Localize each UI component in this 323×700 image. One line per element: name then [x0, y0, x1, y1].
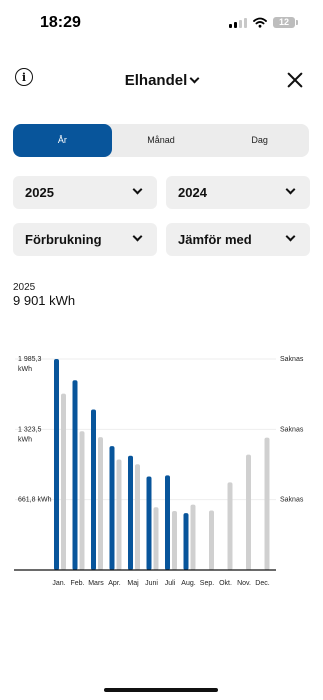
home-indicator: [104, 688, 218, 692]
y-tick-unit: kWh: [18, 366, 32, 373]
y-tick-label: 1 323,5: [18, 426, 41, 433]
bar-2024[interactable]: [116, 459, 122, 570]
bar-2025[interactable]: [183, 513, 189, 570]
x-tick-label: Aug.: [181, 580, 195, 587]
chevron-down-icon: [285, 184, 296, 195]
x-tick-label: Dec.: [255, 580, 269, 587]
summary-year: 2025: [13, 282, 36, 293]
header: i Elhandel: [0, 64, 323, 98]
bar-2025[interactable]: [72, 380, 78, 570]
tab-month[interactable]: Månad: [112, 124, 211, 157]
chevron-down-icon: [132, 231, 143, 242]
y-tick-label: 1 985,3: [18, 356, 41, 363]
y-tick-unit: kWh: [18, 436, 32, 443]
bar-2025[interactable]: [165, 475, 170, 570]
year-select-value: 2025: [25, 185, 54, 200]
bar-2024[interactable]: [264, 437, 270, 570]
tab-year[interactable]: År: [13, 124, 112, 157]
x-tick-label: Nov.: [237, 580, 251, 587]
bar-2024[interactable]: [190, 504, 196, 570]
bar-2024[interactable]: [246, 454, 251, 570]
x-tick-label: Apr.: [108, 580, 121, 587]
bar-2024[interactable]: [61, 393, 66, 570]
bar-2025[interactable]: [91, 409, 96, 570]
bar-2024[interactable]: [79, 431, 85, 570]
metric-select[interactable]: Förbrukning: [13, 223, 157, 256]
compare-year-select[interactable]: 2024: [166, 176, 310, 209]
bar-2025[interactable]: [109, 446, 115, 570]
bar-2025[interactable]: [128, 455, 133, 570]
missing-label: Saknas: [280, 426, 304, 433]
battery-icon: 12: [273, 17, 298, 28]
x-tick-label: Sep.: [200, 580, 214, 587]
x-tick-label: Mars: [88, 580, 104, 587]
period-tabs: År Månad Dag: [13, 124, 309, 157]
status-time: 18:29: [40, 14, 81, 31]
chevron-down-icon: [132, 184, 143, 195]
bar-2024[interactable]: [98, 437, 103, 570]
bar-2024[interactable]: [172, 511, 177, 570]
title-dropdown[interactable]: Elhandel: [0, 72, 323, 89]
missing-label: Saknas: [280, 497, 304, 504]
status-bar: 18:29 12: [0, 0, 323, 46]
x-tick-label: Feb.: [70, 580, 84, 587]
chevron-down-icon: [189, 73, 200, 84]
x-tick-label: Jan.: [52, 580, 65, 587]
compare-year-select-value: 2024: [178, 185, 207, 200]
bar-2025[interactable]: [54, 359, 59, 570]
consumption-chart: 1 985,3 kWh Saknas 1 323,5 kWh Saknas 661,8 kW…: [14, 356, 304, 587]
year-select[interactable]: 2025: [13, 176, 157, 209]
bar-2024[interactable]: [153, 507, 159, 570]
wifi-icon: [253, 17, 267, 28]
x-tick-label: Juli: [165, 580, 176, 587]
bar-2024[interactable]: [209, 510, 214, 570]
status-icons: 12: [229, 17, 298, 28]
x-tick-label: Maj: [127, 580, 139, 587]
x-tick-label: Juni: [145, 580, 158, 587]
compare-select[interactable]: Jämför med: [166, 223, 310, 256]
summary-total: 9 901 kWh: [13, 293, 76, 308]
close-icon[interactable]: [287, 72, 303, 88]
bar-2024[interactable]: [135, 464, 140, 570]
bar-2025[interactable]: [146, 476, 152, 570]
missing-label: Saknas: [280, 356, 304, 363]
compare-select-value: Jämför med: [178, 232, 252, 247]
tab-day[interactable]: Dag: [210, 124, 309, 157]
bar-2024[interactable]: [227, 482, 233, 570]
signal-icon: [229, 17, 247, 28]
metric-select-value: Förbrukning: [25, 232, 102, 247]
page-title: Elhandel: [124, 72, 188, 89]
y-tick-label: 661,8 kWh: [18, 497, 52, 504]
x-tick-label: Okt.: [219, 580, 232, 587]
chevron-down-icon: [285, 231, 296, 242]
